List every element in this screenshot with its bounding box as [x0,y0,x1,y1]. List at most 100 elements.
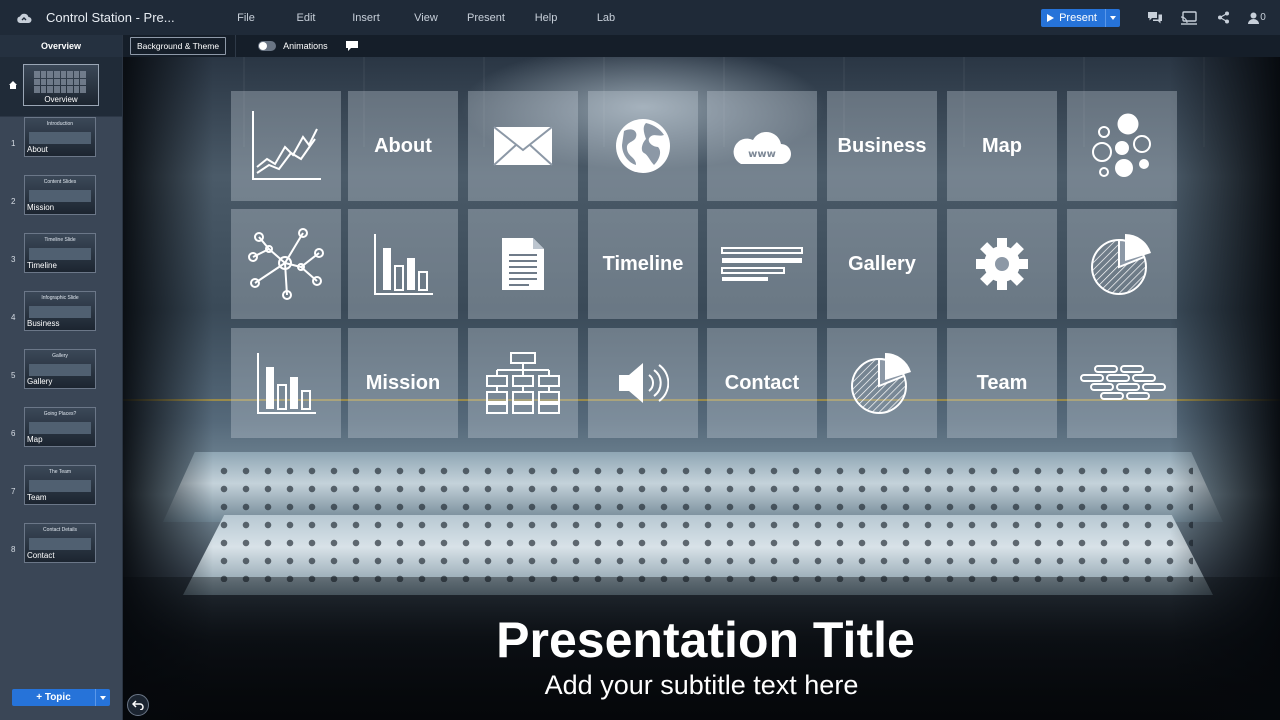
topic-tile-map[interactable]: Map [947,91,1057,201]
slide-thumbnail-title: Timeline Slide [44,237,76,243]
overview-thumbnail-label: Overview [44,95,78,104]
pie-chart-icon [849,350,915,416]
background-theme-button[interactable]: Background & Theme [130,37,227,55]
add-topic-button[interactable]: + Topic [12,689,96,706]
slide-thumbnail-8[interactable]: Contact Details Contact [24,523,96,563]
cloud-www-icon: www [731,126,793,166]
slide-thumbnail-2[interactable]: Content Slides Mission [24,175,96,215]
menu-file[interactable]: File [216,12,276,24]
menu-insert[interactable]: Insert [336,12,396,24]
undo-button[interactable] [127,694,149,716]
collaborators-button[interactable]: 0 [1240,0,1274,35]
pie-chart-icon [1089,231,1155,297]
speaker-icon [617,361,669,405]
share-button[interactable] [1206,0,1240,35]
play-icon [1047,13,1055,22]
topic-tile-about[interactable]: About [348,91,458,201]
topic-tile-label: Map [982,134,1022,157]
network-icon [247,227,325,301]
slide-number: 7 [11,487,16,496]
topic-tile-pie-chart[interactable] [1067,209,1177,319]
slide-sidebar: Overview Overview 1 Introduction About 2 Con… [0,35,123,720]
topic-tile-grid: About www Business Map Timeline Gallery Missio… [231,91,1177,439]
present-dropdown-button[interactable] [1106,15,1120,20]
overview-row[interactable]: Overview [0,57,122,117]
add-topic-dropdown[interactable] [96,695,110,700]
topic-tile-envelope[interactable] [468,91,578,201]
envelope-icon [493,126,553,166]
comments-button[interactable] [1138,0,1172,35]
slide-thumbnail-content [29,480,91,492]
document-icon [501,237,545,291]
topic-tile-contact[interactable]: Contact [707,328,817,438]
menu-present[interactable]: Present [456,12,516,24]
brick-wall-icon [1077,365,1167,401]
slide-thumbnail-title: Content Slides [43,179,77,185]
toggle-knob [259,42,268,50]
slide-thumbnail-1[interactable]: Introduction About [24,117,96,157]
topic-tile-line-chart[interactable] [231,91,341,201]
presentation-title[interactable]: Presentation Title [131,613,1280,667]
animations-toggle[interactable] [258,41,277,51]
bar-chart-icon [371,232,435,296]
slide-thumbnail-6[interactable]: Going Places? Map [24,407,96,447]
slide-thumbnail-title: The Team [48,469,72,475]
menu-help[interactable]: Help [516,12,576,24]
menu-lab[interactable]: Lab [576,12,636,24]
slide-thumbnail-label: Gallery [27,377,53,386]
slide-thumbnail-5[interactable]: Gallery Gallery [24,349,96,389]
present-button[interactable]: Present [1041,8,1106,27]
topic-tile-org-chart[interactable] [468,328,578,438]
document-title[interactable]: Control Station - Pre... [46,10,196,25]
slide-thumbnail-content [29,538,91,550]
share-icon [1217,11,1229,24]
topic-tile-mission[interactable]: Mission [348,328,458,438]
slide-number: 4 [11,313,16,322]
add-topic-button-group: + Topic [12,689,110,706]
presentation-canvas[interactable]: About www Business Map Timeline Gallery Missio… [123,57,1280,720]
topic-tile-business[interactable]: Business [827,91,937,201]
slide-thumbnail-7[interactable]: The Team Team [24,465,96,505]
topic-tile-team[interactable]: Team [947,328,1057,438]
topic-tile-document[interactable] [468,209,578,319]
presentation-subtitle[interactable]: Add your subtitle text here [123,669,1280,701]
menu-edit[interactable]: Edit [276,12,336,24]
slide-thumbnail-content [29,132,91,144]
bar-chart-icon [254,351,318,415]
slide-number: 3 [11,255,16,264]
top-right-controls: Present 0 [1041,0,1280,35]
topic-tile-gear[interactable] [947,209,1057,319]
animations-label: Animations [283,41,328,51]
comment-icon[interactable] [345,41,358,51]
topic-tile-brick-wall[interactable] [1067,328,1177,438]
slide-number: 1 [11,139,16,148]
topic-tile-pie-chart[interactable] [827,328,937,438]
slide-thumbnail-label: Team [27,493,47,502]
sidebar-header: Overview [0,35,122,57]
slide-thumbnail-4[interactable]: Infographic Slide Business [24,291,96,331]
overview-thumbnail[interactable]: Overview [23,64,99,106]
topic-tile-bar-chart[interactable] [231,328,341,438]
topic-tile-network[interactable] [231,209,341,319]
topic-tile-text-lines[interactable] [707,209,817,319]
menu-view[interactable]: View [396,12,456,24]
menu-bar: File Edit Insert View Present Help Lab [216,12,636,24]
topic-tile-globe[interactable] [588,91,698,201]
topic-tile-speaker[interactable] [588,328,698,438]
topic-tile-cloud-www[interactable]: www [707,91,817,201]
topic-tile-gallery[interactable]: Gallery [827,209,937,319]
cloud-logo-icon[interactable] [16,10,32,26]
present-button-group: Present [1041,8,1120,27]
slide-thumbnail-3[interactable]: Timeline Slide Timeline [24,233,96,273]
thumbnail-grid [34,71,86,93]
topic-tile-bar-chart[interactable] [348,209,458,319]
slide-thumbnail-title: Introduction [46,121,74,127]
topic-tile-bubbles[interactable] [1067,91,1177,201]
top-bar: Control Station - Pre... File Edit Inser… [0,0,1280,35]
slide-thumbnail-label: Map [27,435,43,444]
svg-text:www: www [748,149,776,160]
topic-tile-label: Mission [365,371,441,394]
topic-tile-timeline[interactable]: Timeline [588,209,698,319]
present-label: Present [1059,11,1097,24]
screen-share-button[interactable] [1172,0,1206,35]
